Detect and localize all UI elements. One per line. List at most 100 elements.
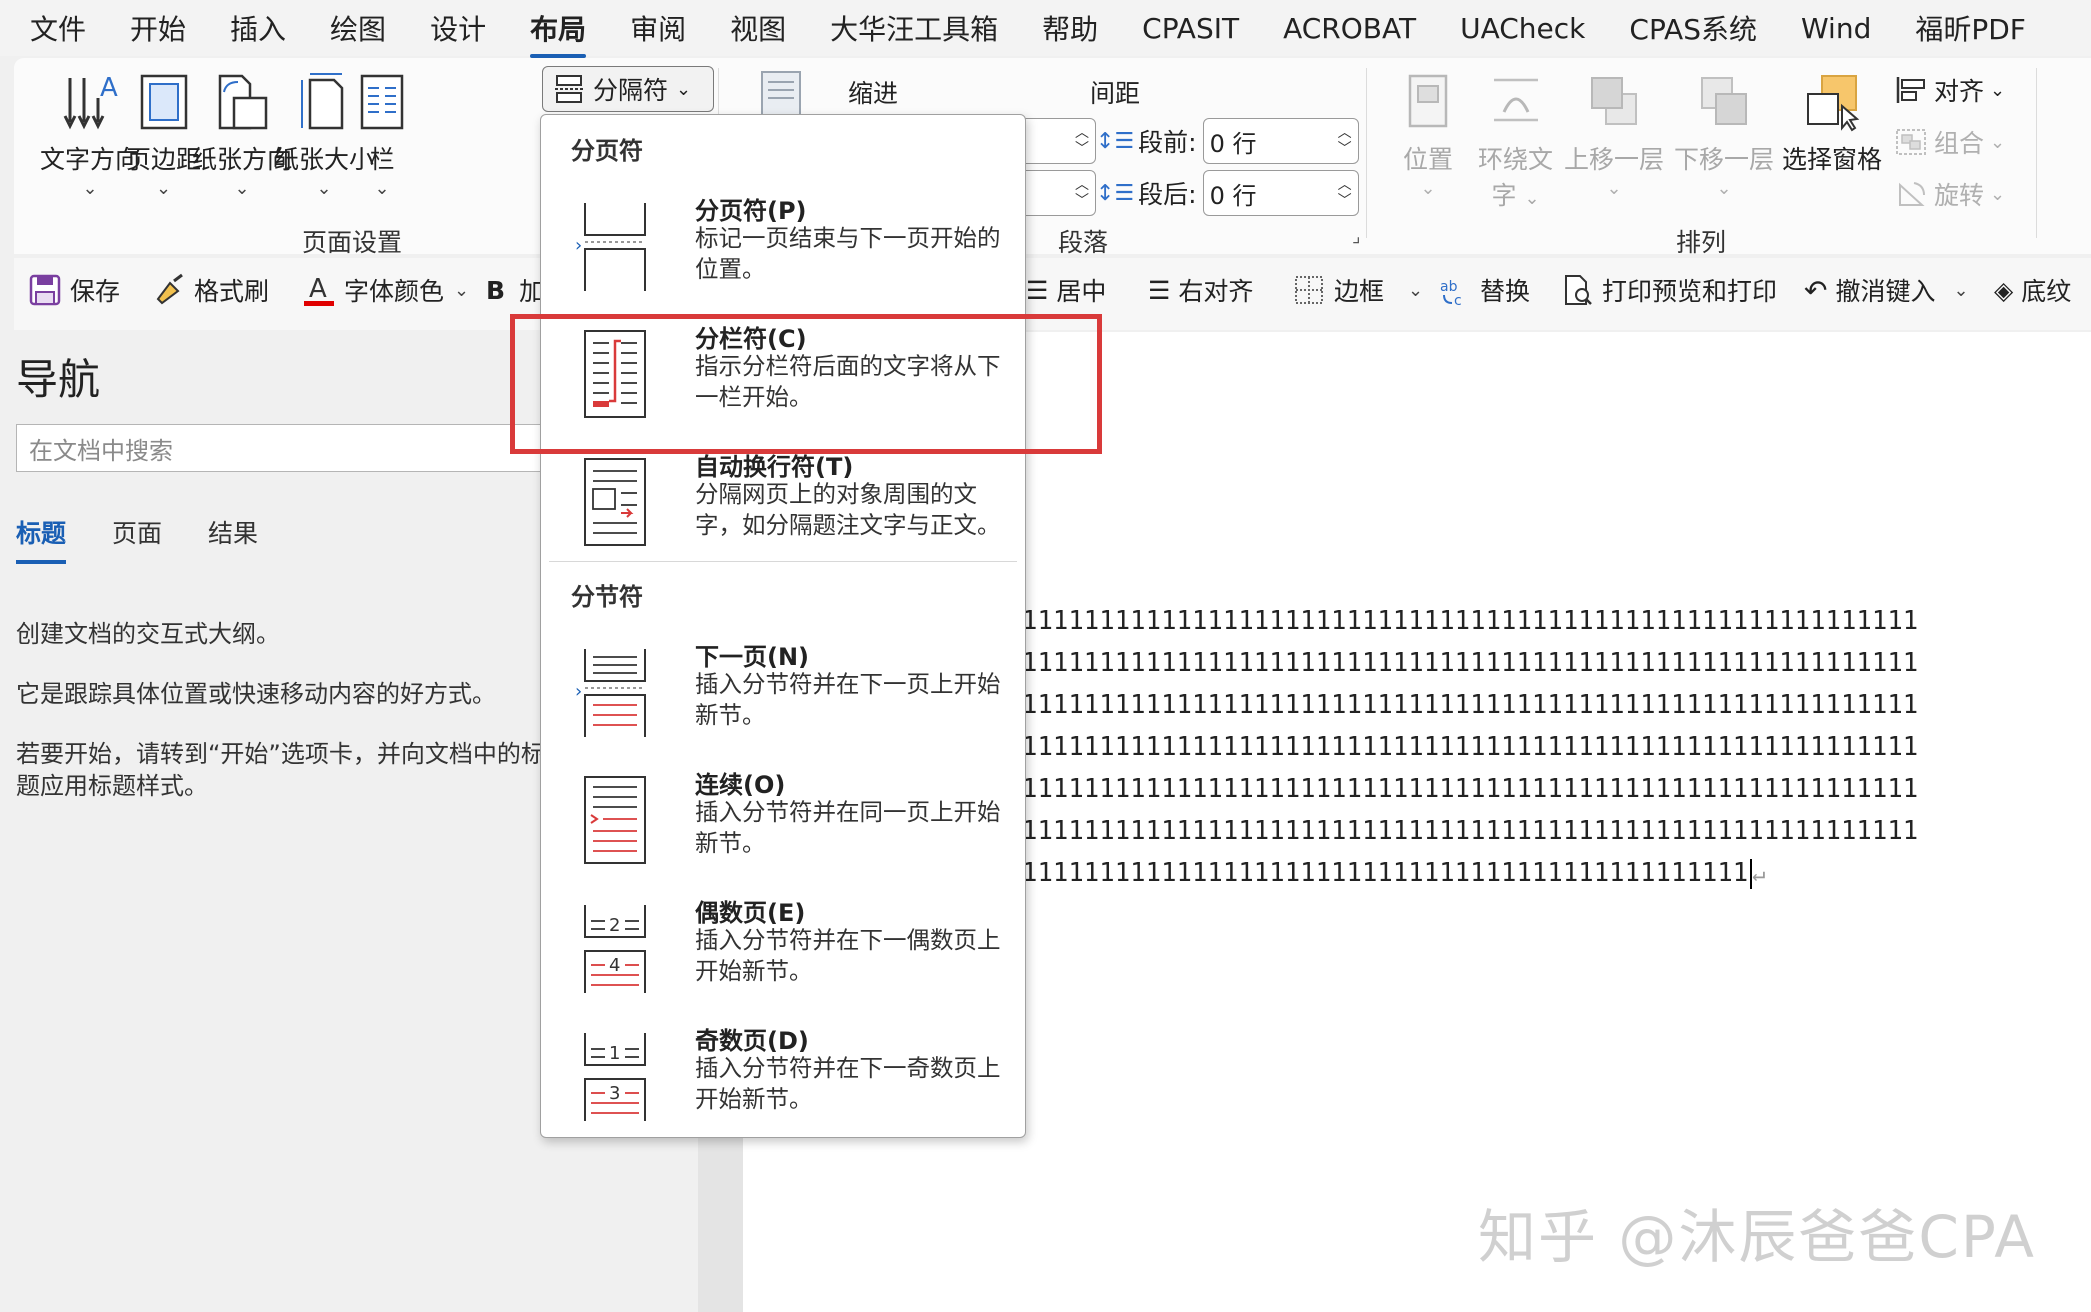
wrap-text-button[interactable]: 环绕文 字 ⌄ — [1478, 72, 1553, 212]
menu-item-description: 插入分节符并在下一奇数页上开始新节。 — [695, 1054, 1001, 1113]
continuous-break-icon — [584, 776, 646, 864]
tab-home[interactable]: 开始 — [130, 8, 186, 48]
menu-item-text-wrapping-break[interactable]: 自动换行符(T) 分隔网页上的对象周围的文字，如分隔题注文字与正文。 — [541, 447, 1025, 571]
save-button[interactable]: 保存 — [28, 272, 120, 308]
chevron-down-icon: ⌄ — [676, 78, 692, 100]
spacing-after-spinner[interactable]: 0 行 ︿ ﹀ — [1202, 170, 1359, 216]
replace-label: 替换 — [1480, 277, 1531, 306]
send-backward-icon — [1701, 77, 1747, 125]
tab-wind[interactable]: Wind — [1801, 12, 1871, 45]
tab-view[interactable]: 视图 — [730, 8, 786, 48]
nav-tab-headings[interactable]: 标题 — [16, 514, 67, 564]
paragraph-group-label: 段落 — [1058, 228, 1109, 257]
dialog-launcher-icon[interactable]: ⌟ — [1352, 226, 1360, 247]
menu-item-page-break[interactable]: › 分页符(P) 标记一页结束与下一页开始的位置。 — [541, 191, 1025, 315]
font-color-label: 字体颜色 — [344, 277, 445, 306]
tab-foxit-pdf[interactable]: 福昕PDF — [1915, 8, 2026, 48]
watermark: 知乎 @沐辰爸爸CPA — [1478, 1203, 2036, 1271]
tab-design[interactable]: 设计 — [430, 8, 486, 48]
chevron-down-icon: ⌄ — [1990, 183, 2006, 205]
page-break-icon — [584, 203, 646, 291]
tab-dahua-toolbox[interactable]: 大华汪工具箱 — [830, 8, 998, 48]
menu-item-title: 下一页(N) — [695, 643, 810, 671]
chevron-down-icon: ⌄ — [155, 178, 172, 199]
nav-tab-pages[interactable]: 页面 — [112, 514, 162, 564]
tab-cpasit[interactable]: CPASIT — [1142, 12, 1239, 45]
spacing-after-icon: ↕☰ — [1096, 180, 1135, 206]
replace-icon: ab c — [1440, 279, 1462, 307]
replace-button[interactable]: ab c 替换 — [1438, 272, 1530, 308]
spinner-arrows-icon[interactable]: ︿ ﹀ — [1338, 125, 1352, 157]
spinner-arrows-icon[interactable]: ︿ ﹀ — [1075, 177, 1089, 209]
tab-acrobat[interactable]: ACROBAT — [1283, 12, 1416, 45]
document-line: 1111111111111111111111111111111111111111… — [1022, 774, 1919, 804]
tab-file[interactable]: 文件 — [30, 8, 86, 48]
format-painter-label: 格式刷 — [194, 277, 270, 306]
highlight-annotation-box — [510, 314, 1102, 454]
print-preview-icon — [1565, 275, 1592, 305]
bring-forward-button[interactable]: 上移一层 ⌄ — [1564, 72, 1664, 199]
send-backward-button[interactable]: 下移一层 ⌄ — [1674, 72, 1774, 199]
font-color-button[interactable]: A 字体颜色 ⌄ — [302, 272, 469, 308]
next-page-break-icon — [584, 649, 646, 737]
chevron-down-icon: ⌄ — [1990, 79, 2006, 101]
breaks-dropdown[interactable]: 分隔符 ⌄ — [542, 66, 714, 112]
chevron-down-icon: ⌄ — [316, 178, 332, 199]
tab-uacheck[interactable]: UACheck — [1460, 12, 1585, 45]
line-numbers-icon[interactable] — [754, 70, 806, 118]
paragraph-mark-icon: ↵ — [1752, 862, 1766, 887]
tab-help[interactable]: 帮助 — [1042, 8, 1098, 48]
menu-item-title: 偶数页(E) — [695, 899, 806, 927]
tab-insert[interactable]: 插入 — [230, 8, 286, 48]
margins-button[interactable]: 页边距 ⌄ — [126, 72, 201, 199]
text-direction-button[interactable]: A 文字方向 ⌄ — [40, 72, 140, 199]
menu-item-title: 奇数页(D) — [695, 1027, 809, 1055]
document-line: 1111111111111111111111111111111111111111… — [1022, 606, 1919, 636]
document-line: 1111111111111111111111111111111111111111… — [1022, 858, 1749, 888]
align-label: 对齐 — [1934, 77, 1985, 106]
spinner-arrows-icon[interactable]: ︿ ﹀ — [1075, 125, 1089, 157]
tab-draw[interactable]: 绘图 — [330, 8, 386, 48]
rotate-icon — [1899, 182, 1925, 206]
format-painter-button[interactable]: 格式刷 — [152, 272, 269, 308]
menu-item-odd-page[interactable]: 1 3 奇数页(D) 插入分节符并在下一奇数页上开始新节。 — [541, 1021, 1025, 1145]
group-button[interactable]: 组合 ⌄ — [1894, 124, 2005, 160]
undo-button[interactable]: ↶ 撤消键入 ⌄ — [1804, 272, 1969, 308]
svg-text:A: A — [100, 73, 118, 103]
menu-item-next-page[interactable]: › 下一页(N) 插入分节符并在下一页上开始新节。 — [541, 637, 1025, 761]
tab-layout[interactable]: 布局 — [530, 8, 587, 58]
chevron-down-icon: ⌄ — [1716, 178, 1732, 199]
breaks-icon — [555, 75, 583, 103]
shading-icon: ◈ — [1994, 275, 2014, 305]
center-button[interactable]: ☰ 居中 — [1026, 272, 1106, 308]
rotate-button[interactable]: 旋转 ⌄ — [1894, 176, 2005, 212]
menu-item-even-page[interactable]: 2 4 偶数页(E) 插入分节符并在下一偶数页上开始新节。 — [541, 893, 1025, 1017]
indent-label: 缩进 — [848, 79, 899, 108]
tab-review[interactable]: 审阅 — [630, 8, 686, 48]
even-page-break-icon: 2 4 — [584, 905, 646, 993]
menu-item-description: 插入分节符并在同一页上开始新节。 — [695, 798, 1001, 857]
section-breaks-header: 分节符 — [571, 583, 643, 611]
spacing-before-spinner[interactable]: 0 行 ︿ ﹀ — [1202, 118, 1359, 164]
save-label: 保存 — [70, 277, 121, 306]
menu-item-description: 分隔网页上的对象周围的文字，如分隔题注文字与正文。 — [695, 480, 1001, 539]
align-right-button[interactable]: ☰ 右对齐 — [1148, 272, 1253, 308]
borders-button[interactable]: 边框 ⌄ — [1292, 272, 1423, 308]
bold-button[interactable]: B 加 — [486, 272, 544, 308]
columns-button[interactable]: 栏 ⌄ — [354, 72, 410, 199]
nav-help-text-2: 它是跟踪具体位置或快速移动内容的好方式。 — [16, 680, 496, 708]
chevron-down-icon: ⌄ — [1420, 178, 1436, 199]
tab-cpas-system[interactable]: CPAS系统 — [1629, 8, 1757, 48]
ribbon: A 文字方向 ⌄ 页边距 ⌄ 纸张方向 ⌄ 纸张大小 ⌄ 栏 ⌄ 分隔符 ⌄ 页… — [14, 58, 2091, 257]
shading-button[interactable]: ◈ 底纹 — [1994, 272, 2071, 308]
nav-tab-results[interactable]: 结果 — [208, 514, 258, 564]
spinner-arrows-icon[interactable]: ︿ ﹀ — [1338, 177, 1352, 209]
menu-item-continuous[interactable]: 连续(O) 插入分节符并在同一页上开始新节。 — [541, 765, 1025, 889]
align-button[interactable]: 对齐 ⌄ — [1894, 72, 2005, 108]
menu-item-title: 分页符(P) — [695, 197, 807, 225]
spacing-before-label: 段前: — [1138, 128, 1197, 157]
position-button[interactable]: 位置 ⌄ — [1400, 72, 1456, 199]
print-preview-button[interactable]: 打印预览和打印 — [1560, 272, 1777, 308]
document-line: 1111111111111111111111111111111111111111… — [1022, 732, 1919, 762]
selection-pane-button[interactable]: 选择窗格 — [1782, 72, 1882, 176]
